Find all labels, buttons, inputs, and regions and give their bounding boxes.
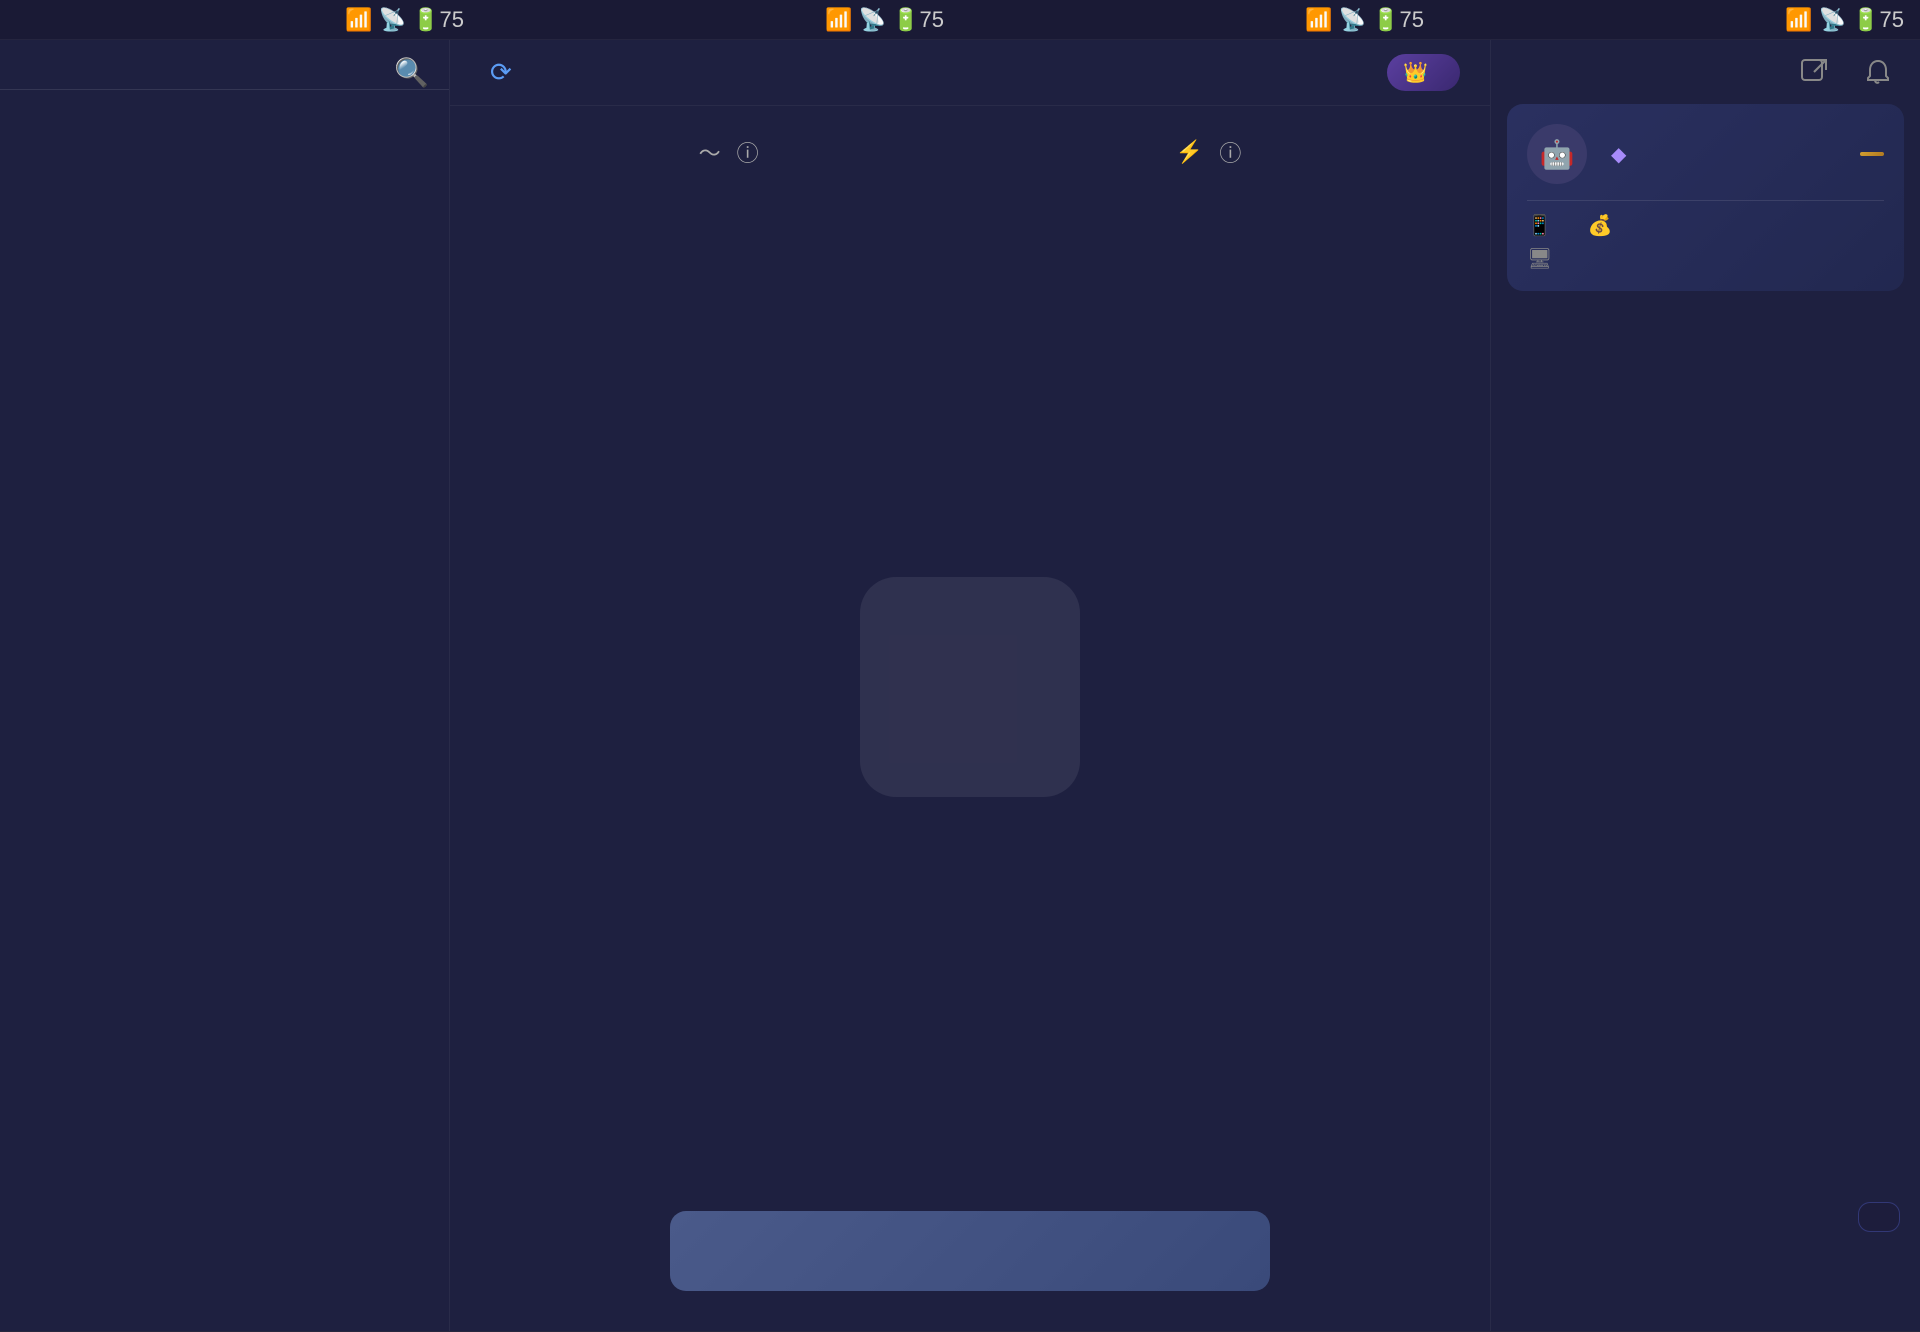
status-bar-2: 📶 📡 🔋75: [480, 0, 960, 40]
battery-icon-2: 🔋75: [892, 7, 944, 33]
user-card: 🤖 ◆ 📱 💰: [1507, 104, 1904, 291]
reduction-help-icon[interactable]: ⓘ: [1219, 136, 1241, 168]
center-main: 〜 ⓘ ⚡ ⓘ: [450, 106, 1490, 1331]
add-game-button[interactable]: [860, 577, 1080, 797]
center-panel: ⟳ 👑 〜 ⓘ: [450, 40, 1490, 1331]
status-icons-2: 📶 📡 🔋75: [825, 7, 944, 33]
pc-icon: 🖥: [1527, 246, 1552, 271]
wifi-icon-3: 📡: [1339, 7, 1366, 33]
signal-icon-2: 📶: [825, 7, 852, 33]
user-avatar: 🤖: [1527, 124, 1587, 184]
phone-icon: 📱: [1527, 213, 1552, 238]
wave-icon: 〜: [699, 136, 721, 168]
signal-icon-1: 📶: [345, 7, 372, 33]
start-boost-button[interactable]: [670, 1211, 1270, 1291]
status-icons-3: 📶 📡 🔋75: [1305, 7, 1424, 33]
phone-meta: 📱: [1527, 213, 1568, 238]
right-top-icons: [1491, 40, 1920, 104]
latency-help-icon[interactable]: ⓘ: [737, 136, 759, 168]
latency-label: 〜 ⓘ: [699, 136, 759, 168]
vip-badge: [1860, 152, 1884, 156]
signal-icon-3: 📶: [1305, 7, 1332, 33]
center-top-bar: ⟳ 👑: [450, 40, 1490, 106]
wifi-icon-4: 📡: [1819, 7, 1846, 33]
divider-1: [1527, 200, 1884, 201]
wifi-icon-1: 📡: [379, 7, 406, 33]
battery-icon-4: 🔋75: [1852, 7, 1904, 33]
status-bar-3: 📶 📡 🔋75: [960, 0, 1440, 40]
user-name: ◆: [1603, 142, 1844, 167]
tab-nav: 🔍: [0, 40, 449, 90]
toast-notification: [1858, 1202, 1900, 1232]
notification-icon[interactable]: [1856, 50, 1900, 94]
bolt-icon: ⚡: [1176, 139, 1203, 165]
diamond-icon: ◆: [1611, 142, 1626, 167]
user-name-area: ◆: [1603, 142, 1844, 167]
status-bars: 📶 📡 🔋75 📶 📡 🔋75 📶 📡 🔋75 📶 📡 🔋75: [0, 0, 1920, 40]
battery-icon-3: 🔋75: [1372, 7, 1424, 33]
add-game-area: [490, 192, 1450, 1211]
share-icon[interactable]: [1792, 50, 1836, 94]
status-icons-1: 📶 📡 🔋75: [345, 7, 464, 33]
status-icons-4: 📶 📡 🔋75: [1785, 7, 1904, 33]
battery-icon-1: 🔋75: [412, 7, 464, 33]
right-panel: 🤖 ◆ 📱 💰: [1490, 40, 1920, 1331]
king-crown-icon: 👑: [1403, 60, 1428, 85]
settings-menu: [1491, 337, 1920, 1331]
reduction-stat: ⚡ ⓘ: [1176, 136, 1241, 172]
action-icons-row: [1491, 307, 1920, 337]
status-bar-4: 📶 📡 🔋75: [1440, 0, 1920, 40]
refresh-icon: ⟳: [490, 57, 512, 88]
search-icon[interactable]: 🔍: [394, 56, 429, 89]
left-panel: 🔍: [0, 40, 450, 1331]
user-info-row: 🤖 ◆: [1527, 124, 1884, 184]
main-content: 🔍 ⟳ 👑 〜 ⓘ: [0, 40, 1920, 1331]
game-grid: [0, 90, 449, 1331]
advanced-mode-toggle[interactable]: ⟳: [480, 57, 512, 88]
status-bar-1: 📶 📡 🔋75: [0, 0, 480, 40]
pc-meta: 🖥: [1527, 246, 1568, 271]
reduction-label: ⚡ ⓘ: [1176, 136, 1241, 168]
user-meta-2: 🖥: [1527, 246, 1884, 271]
stats-row: 〜 ⓘ ⚡ ⓘ: [490, 126, 1450, 192]
signal-icon-4: 📶: [1785, 7, 1812, 33]
king-banner[interactable]: 👑: [1387, 54, 1460, 91]
latency-stat: 〜 ⓘ: [699, 136, 759, 172]
points-icon: 💰: [1588, 213, 1613, 238]
points-meta: 💰: [1588, 213, 1629, 238]
wifi-icon-2: 📡: [859, 7, 886, 33]
user-meta: 📱 💰: [1527, 213, 1884, 238]
